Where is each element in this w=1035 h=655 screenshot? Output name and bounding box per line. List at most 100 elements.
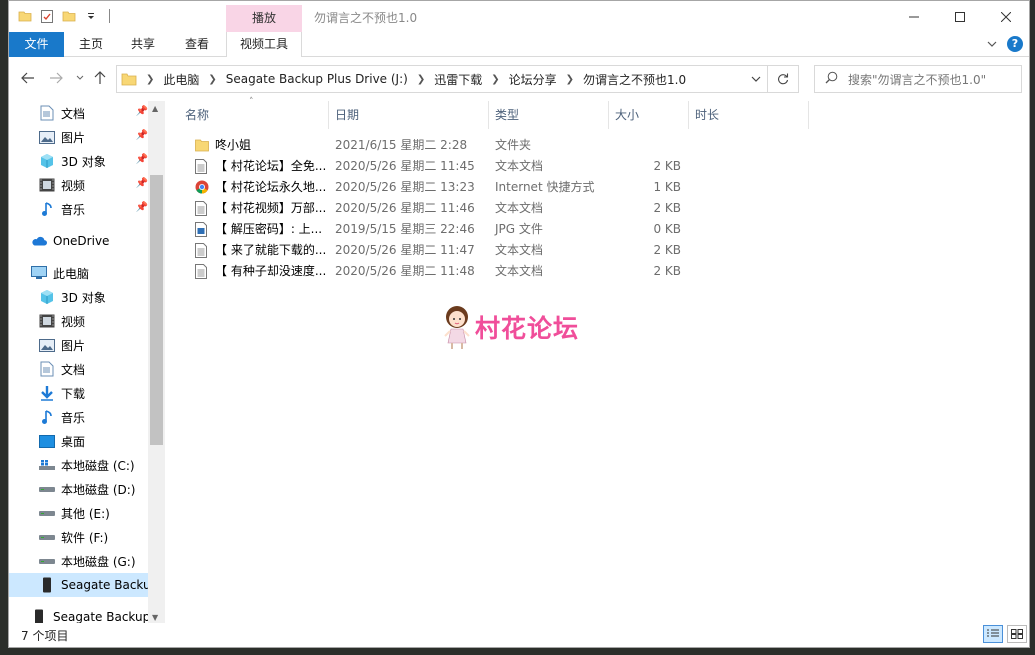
quick-access-3d-objects[interactable]: 3D 对象 📌 bbox=[9, 149, 148, 173]
file-size: 0 KB bbox=[653, 222, 681, 236]
context-tab-group-label: 播放 bbox=[226, 5, 302, 32]
forward-arrow-icon[interactable] bbox=[47, 69, 65, 87]
file-size: 2 KB bbox=[653, 159, 681, 173]
column-name[interactable]: 名称 bbox=[179, 101, 329, 129]
customize-toolbar-icon[interactable] bbox=[83, 7, 99, 25]
tab-view[interactable]: 查看 bbox=[172, 32, 222, 57]
address-bar[interactable]: ❯ 此电脑 ❯ Seagate Backup Plus Drive (J:) ❯… bbox=[116, 65, 768, 93]
pin-icon[interactable]: 📌 bbox=[136, 130, 148, 141]
address-dropdown-icon[interactable] bbox=[751, 72, 761, 86]
nav-item-label: 本地磁盘 (G:) bbox=[61, 554, 136, 569]
recent-locations-icon[interactable] bbox=[71, 69, 89, 87]
chevron-right-icon[interactable]: ❯ bbox=[146, 74, 154, 85]
pin-icon[interactable]: 📌 bbox=[136, 154, 148, 165]
close-button[interactable] bbox=[983, 1, 1029, 32]
minimize-button[interactable] bbox=[891, 1, 937, 32]
chevron-right-icon[interactable]: ❯ bbox=[566, 74, 574, 85]
nav-item-label: OneDrive bbox=[53, 234, 110, 248]
chevron-right-icon[interactable]: ❯ bbox=[417, 74, 425, 85]
new-folder-icon[interactable] bbox=[61, 7, 77, 25]
file-date: 2020/5/26 星期二 11:46 bbox=[335, 201, 475, 215]
file-row[interactable]: 【 村花论坛永久地... 2020/5/26 星期二 13:23 Interne… bbox=[179, 177, 699, 198]
file-name: 【 村花论坛】全免... bbox=[215, 159, 327, 173]
nav-item-label: 本地磁盘 (C:) bbox=[61, 458, 135, 473]
column-size[interactable]: 大小 bbox=[609, 101, 689, 129]
this-pc-drive-g[interactable]: 本地磁盘 (G:) bbox=[9, 549, 148, 573]
file-row[interactable]: 咚小姐 2021/6/15 星期二 2:28 文件夹 bbox=[179, 135, 699, 156]
breadcrumb-drive[interactable]: Seagate Backup Plus Drive (J:) bbox=[226, 72, 408, 86]
file-date: 2020/5/26 星期二 11:45 bbox=[335, 159, 475, 173]
breadcrumb-this-pc[interactable]: 此电脑 bbox=[163, 71, 199, 88]
refresh-button[interactable] bbox=[767, 65, 799, 93]
downloads-icon bbox=[39, 385, 55, 401]
title-bar: 播放 勿谓言之不预也1.0 bbox=[9, 1, 1029, 32]
nav-onedrive[interactable]: OneDrive bbox=[9, 229, 148, 253]
this-pc-music[interactable]: 音乐 bbox=[9, 405, 148, 429]
this-pc-videos[interactable]: 视频 bbox=[9, 309, 148, 333]
maximize-button[interactable] bbox=[937, 1, 983, 32]
this-pc-desktop[interactable]: 桌面 bbox=[9, 429, 148, 453]
videos-icon bbox=[39, 177, 55, 193]
help-icon[interactable]: ? bbox=[1007, 36, 1023, 52]
navigation-scrollbar[interactable]: ▲ ▼ bbox=[148, 101, 165, 625]
file-row[interactable]: 【 村花论坛】全免... 2020/5/26 星期二 11:45 文本文档 2 … bbox=[179, 156, 699, 177]
tab-share[interactable]: 共享 bbox=[120, 32, 166, 57]
pin-icon[interactable]: 📌 bbox=[136, 106, 148, 117]
item-count: 7 个项目 bbox=[21, 629, 69, 643]
tab-home[interactable]: 主页 bbox=[66, 32, 116, 57]
music-icon bbox=[39, 201, 55, 217]
breadcrumb-downloads[interactable]: 迅雷下载 bbox=[434, 71, 482, 88]
this-pc-3d-objects[interactable]: 3D 对象 bbox=[9, 285, 148, 309]
scroll-down-icon[interactable]: ▼ bbox=[152, 613, 158, 622]
text-file-icon bbox=[195, 159, 209, 174]
3d-objects-icon bbox=[39, 153, 55, 169]
address-folder-icon bbox=[121, 71, 137, 87]
file-row[interactable]: 【 村花视频】万部... 2020/5/26 星期二 11:46 文本文档 2 … bbox=[179, 198, 699, 219]
column-type[interactable]: 类型 bbox=[489, 101, 609, 129]
quick-access-documents[interactable]: 文档 📌 bbox=[9, 101, 148, 125]
breadcrumb-current[interactable]: 勿谓言之不预也1.0 bbox=[583, 71, 686, 88]
file-row[interactable]: 【 来了就能下载的... 2020/5/26 星期二 11:47 文本文档 2 … bbox=[179, 240, 699, 261]
this-pc-pictures[interactable]: 图片 bbox=[9, 333, 148, 357]
search-input[interactable]: 搜索"勿谓言之不预也1.0" bbox=[848, 71, 986, 88]
column-duration[interactable]: 时长 bbox=[689, 101, 809, 129]
large-icons-view-button[interactable] bbox=[1007, 625, 1027, 643]
this-pc-drive-c[interactable]: 本地磁盘 (C:) bbox=[9, 453, 148, 477]
pin-icon[interactable]: 📌 bbox=[136, 178, 148, 189]
quick-access-pictures[interactable]: 图片 📌 bbox=[9, 125, 148, 149]
chevron-right-icon[interactable]: ❯ bbox=[208, 74, 216, 85]
this-pc-documents[interactable]: 文档 bbox=[9, 357, 148, 381]
expand-ribbon-icon[interactable] bbox=[987, 37, 997, 51]
details-view-button[interactable] bbox=[983, 625, 1003, 643]
tab-file[interactable]: 文件 bbox=[9, 32, 64, 57]
this-pc-drive-f[interactable]: 软件 (F:) bbox=[9, 525, 148, 549]
quick-access-music[interactable]: 音乐 📌 bbox=[9, 197, 148, 221]
view-switcher bbox=[983, 625, 1027, 643]
this-pc-downloads[interactable]: 下载 bbox=[9, 381, 148, 405]
scroll-up-icon[interactable]: ▲ bbox=[152, 104, 158, 113]
tab-video-tools[interactable]: 视频工具 bbox=[226, 32, 302, 57]
quick-access-videos[interactable]: 视频 📌 bbox=[9, 173, 148, 197]
file-row[interactable]: 【 解压密码】: 上... 2019/5/15 星期三 22:46 JPG 文件… bbox=[179, 219, 699, 240]
file-row[interactable]: 【 有种子却没速度... 2020/5/26 星期二 11:48 文本文档 2 … bbox=[179, 261, 699, 282]
breadcrumb-forum-share[interactable]: 论坛分享 bbox=[509, 71, 557, 88]
up-arrow-icon[interactable] bbox=[91, 69, 109, 87]
scrollbar-thumb[interactable] bbox=[150, 175, 163, 445]
search-box[interactable]: 搜索"勿谓言之不预也1.0" bbox=[814, 65, 1022, 93]
nav-item-label: 3D 对象 bbox=[61, 154, 106, 169]
back-arrow-icon[interactable] bbox=[19, 69, 37, 87]
file-date: 2020/5/26 星期二 11:48 bbox=[335, 264, 475, 278]
pin-icon[interactable]: 📌 bbox=[136, 202, 148, 213]
this-pc-drive-d[interactable]: 本地磁盘 (D:) bbox=[9, 477, 148, 501]
properties-icon[interactable] bbox=[39, 7, 55, 25]
folder-icon[interactable] bbox=[17, 7, 33, 25]
nav-seagate-backup[interactable]: Seagate Backup bbox=[9, 605, 150, 625]
file-name: 【 村花论坛永久地... bbox=[215, 180, 327, 194]
nav-this-pc[interactable]: 此电脑 bbox=[9, 261, 148, 285]
nav-item-label: 桌面 bbox=[61, 434, 86, 449]
chevron-right-icon[interactable]: ❯ bbox=[491, 74, 499, 85]
text-file-icon bbox=[195, 201, 209, 216]
this-pc-seagate-drive[interactable]: Seagate Backu bbox=[9, 573, 151, 597]
column-date[interactable]: 日期 bbox=[329, 101, 489, 129]
this-pc-drive-e[interactable]: 其他 (E:) bbox=[9, 501, 148, 525]
